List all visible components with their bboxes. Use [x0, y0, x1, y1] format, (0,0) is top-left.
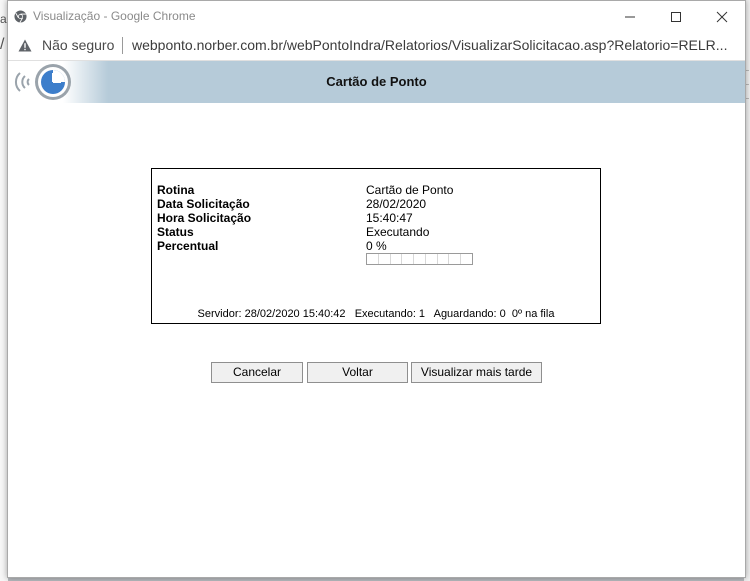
info-value-data-solicitacao: 28/02/2020	[366, 197, 427, 211]
minimize-icon	[625, 16, 635, 17]
background-glyph: a	[0, 12, 7, 26]
info-label-hora-solicitacao: Hora Solicitação	[157, 211, 252, 225]
maximize-button[interactable]	[653, 1, 699, 32]
close-button[interactable]	[699, 1, 745, 32]
page-content: Cartão de Ponto Rotina Cartão de Ponto D…	[8, 61, 745, 577]
view-later-button[interactable]: Visualizar mais tarde	[411, 362, 542, 383]
info-label-rotina: Rotina	[157, 183, 195, 197]
background-glyph: /	[0, 36, 5, 53]
info-value-hora-solicitacao: 15:40:47	[366, 211, 413, 225]
window-title: Visualização - Google Chrome	[33, 9, 196, 23]
popup-window: Visualização - Google Chrome Não seguro …	[7, 0, 746, 578]
url-text[interactable]: webponto.norber.com.br/webPontoIndra/Rel…	[132, 37, 737, 53]
server-status-line: Servidor: 28/02/2020 15:40:42 Executando…	[197, 308, 555, 320]
back-button[interactable]: Voltar	[307, 362, 408, 383]
address-separator	[122, 37, 123, 54]
request-info-panel: Rotina Cartão de Ponto Data Solicitação …	[151, 168, 601, 324]
chrome-logo-icon	[14, 10, 27, 23]
page-title: Cartão de Ponto	[326, 74, 427, 89]
minimize-button[interactable]	[607, 1, 653, 32]
info-label-percentual: Percentual	[157, 239, 219, 253]
close-icon	[716, 11, 728, 22]
warning-icon	[18, 39, 32, 52]
title-bar[interactable]: Visualização - Google Chrome	[8, 1, 745, 32]
info-label-status: Status	[157, 225, 194, 239]
info-value-status: Executando	[366, 225, 430, 239]
progress-bar	[366, 253, 473, 265]
security-status-label[interactable]: Não seguro	[42, 37, 114, 53]
info-label-data-solicitacao: Data Solicitação	[157, 197, 250, 211]
report-header: Cartão de Ponto	[8, 61, 745, 103]
maximize-icon	[671, 11, 681, 22]
cancel-button[interactable]: Cancelar	[211, 362, 303, 383]
info-value-rotina: Cartão de Ponto	[366, 183, 454, 197]
info-value-percentual: 0 %	[366, 239, 387, 253]
address-bar[interactable]: Não seguro webponto.norber.com.br/webPon…	[8, 32, 745, 61]
